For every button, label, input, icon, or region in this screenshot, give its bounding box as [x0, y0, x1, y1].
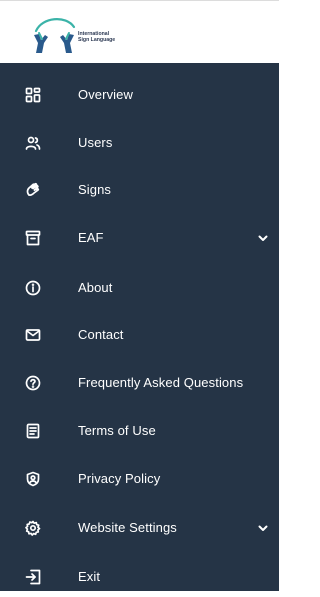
- sidebar-item-website-settings[interactable]: Website Settings: [0, 508, 279, 548]
- sidebar-item-label: Signs: [78, 182, 112, 197]
- sidebar-item-privacy-policy[interactable]: Privacy Policy: [0, 459, 279, 499]
- sidebar-item-users[interactable]: Users: [0, 123, 279, 163]
- sidebar-item-contact[interactable]: Contact: [0, 315, 279, 355]
- sidebar-item-label: Contact: [78, 327, 124, 342]
- sidebar-item-overview[interactable]: Overview: [0, 75, 279, 115]
- sidebar-item-label: Frequently Asked Questions: [78, 375, 244, 390]
- sidebar-item-eaf[interactable]: EAF: [0, 218, 279, 258]
- sidebar-item-label: Exit: [78, 569, 101, 584]
- sidebar-item-signs[interactable]: Signs: [0, 170, 279, 210]
- shield-user-icon: [24, 470, 42, 488]
- sidebar-item-label: About: [78, 280, 113, 295]
- info-icon: [24, 279, 42, 297]
- sidebar-item-terms-of-use[interactable]: Terms of Use: [0, 411, 279, 451]
- sidebar-item-label: Terms of Use: [78, 423, 156, 438]
- chevron-down-icon[interactable]: [257, 521, 269, 533]
- logo-hands-icon: [34, 18, 76, 53]
- mail-icon: [24, 326, 42, 344]
- gear-icon: [24, 519, 42, 537]
- logo-text: International Sign Language: [78, 31, 168, 43]
- logo-header: International Sign Language: [0, 1, 279, 63]
- sidebar-item-label: Overview: [78, 87, 133, 102]
- sidebar-item-label: Website Settings: [78, 520, 177, 535]
- sidebar: Overview Users Signs EAF About Contact F…: [0, 63, 279, 591]
- document-icon: [24, 422, 42, 440]
- sidebar-item-about[interactable]: About: [0, 268, 279, 308]
- sidebar-item-faq[interactable]: Frequently Asked Questions: [0, 363, 279, 403]
- archive-icon: [24, 229, 42, 247]
- grid-icon: [24, 86, 42, 104]
- sidebar-item-label: EAF: [78, 230, 104, 245]
- chevron-down-icon[interactable]: [257, 231, 269, 243]
- help-circle-icon: [24, 374, 42, 392]
- exit-icon: [24, 568, 42, 586]
- sidebar-item-exit[interactable]: Exit: [0, 557, 279, 597]
- hand-icon: [24, 181, 42, 199]
- users-icon: [24, 134, 42, 152]
- sidebar-item-label: Users: [78, 135, 113, 150]
- sidebar-item-label: Privacy Policy: [78, 471, 161, 486]
- logo-line-2: Sign Language: [78, 37, 116, 43]
